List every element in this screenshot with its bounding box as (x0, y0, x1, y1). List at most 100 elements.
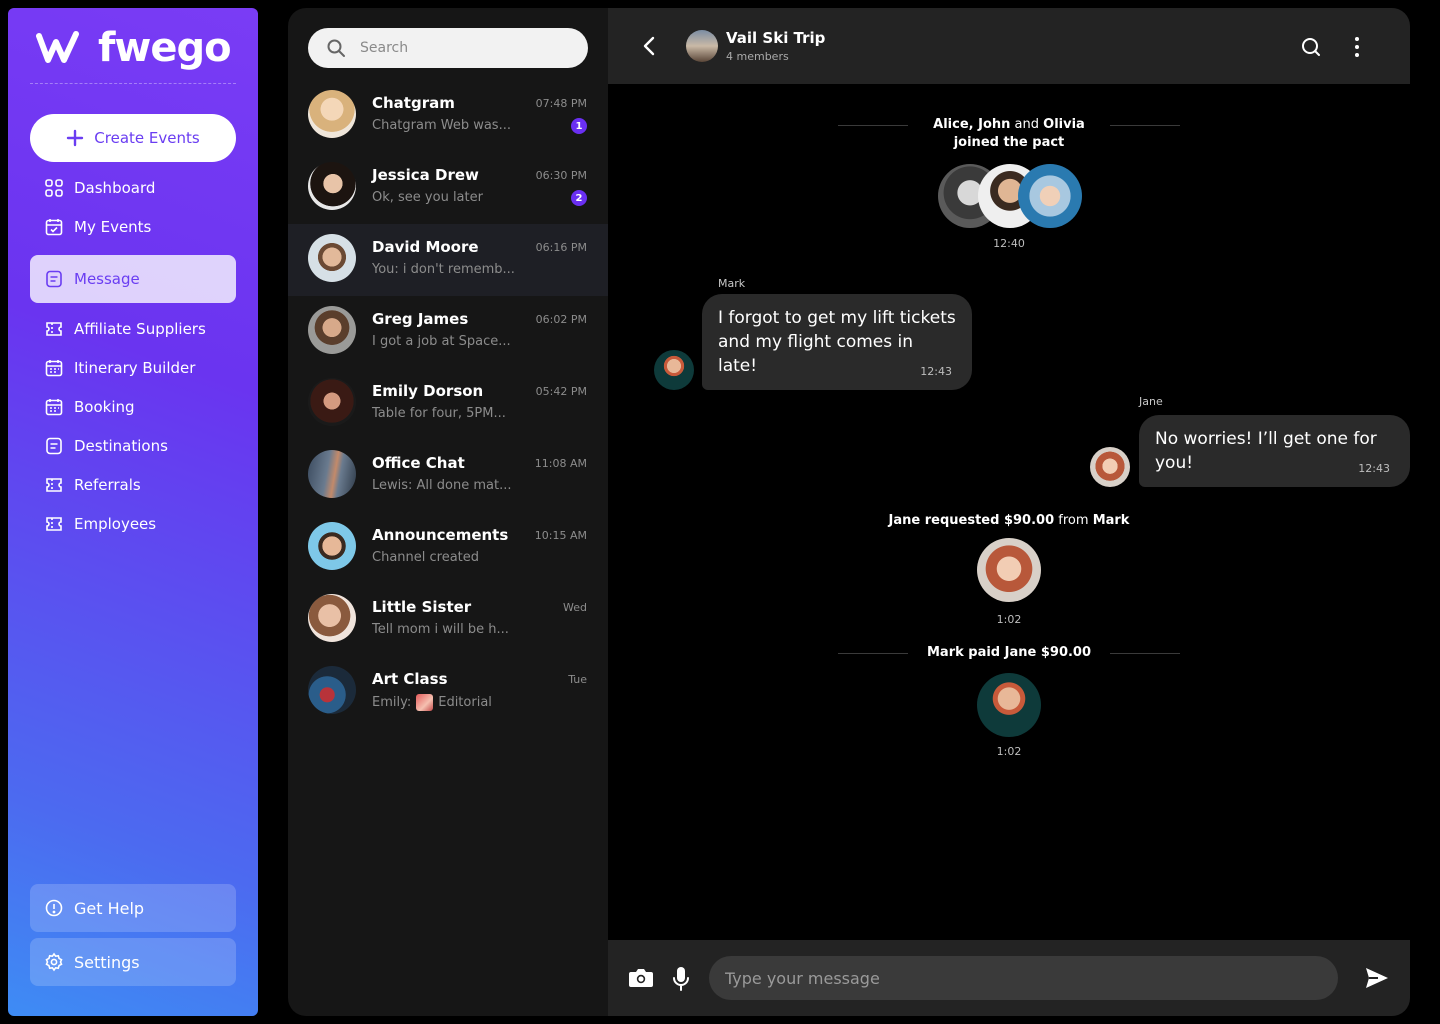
avatar (308, 522, 356, 570)
document-icon (46, 437, 62, 455)
chat-time: 06:16 PM (535, 241, 587, 254)
request-text: Jane requested $90.00 (888, 513, 1055, 528)
info-icon (45, 899, 63, 917)
message-time: 12:43 (1358, 462, 1390, 475)
joined-name-last: Olivia (1043, 117, 1085, 132)
sidebar-item-affiliate-suppliers[interactable]: Affiliate Suppliers (30, 311, 236, 347)
chat-preview: Lewis: All done mat... (372, 478, 512, 493)
sidebar-item-label: Destinations (74, 437, 168, 455)
search-icon (327, 39, 345, 57)
grid-icon (45, 179, 63, 197)
avatar (308, 378, 356, 426)
chat-preview-text: Lewis: All done mat... (372, 478, 512, 493)
create-events-button[interactable]: Create Events (30, 114, 236, 162)
message-time: 12:43 (920, 365, 952, 378)
get-help-button[interactable]: Get Help (30, 884, 236, 932)
sidebar-item-destinations[interactable]: Destinations (30, 428, 236, 464)
sidebar-item-label: Itinerary Builder (74, 359, 196, 377)
chat-item-chatgram[interactable]: Chatgram Chatgram Web was... 07:48 PM 1 (288, 80, 608, 152)
chat-time: Tue (568, 673, 587, 686)
chat-time: Wed (563, 601, 587, 614)
camera-button[interactable] (628, 968, 654, 992)
paid-text: Mark paid Jane $90.00 (926, 645, 1092, 660)
gear-icon (45, 952, 63, 972)
header-search-button[interactable] (1300, 36, 1322, 62)
chat-time: 11:08 AM (534, 457, 587, 470)
more-options-button[interactable] (1353, 36, 1361, 62)
joined-notice: Alice, John and Olivia joined the pact (908, 116, 1110, 152)
chat-preview: Ok, see you later (372, 190, 483, 205)
send-icon (1366, 968, 1388, 988)
chat-preview-sender: Emily: (372, 695, 412, 710)
chat-item-jessica-drew[interactable]: Jessica Drew Ok, see you later 06:30 PM … (288, 152, 608, 224)
chat-item-emily-dorson[interactable]: Emily Dorson Table for four, 5PM... 05:4… (288, 368, 608, 440)
sidebar-item-my-events[interactable]: My Events (30, 209, 236, 245)
sidebar-item-dashboard[interactable]: Dashboard (30, 170, 236, 206)
avatar (308, 666, 356, 714)
settings-button[interactable]: Settings (30, 938, 236, 986)
chat-name: David Moore (372, 238, 479, 256)
app-root: fwego Create Events Dashboard My Events … (0, 0, 1440, 1024)
chat-item-david-moore[interactable]: David Moore You: i don't rememb... 06:16… (288, 224, 608, 296)
search-icon (1302, 38, 1320, 56)
message-input[interactable] (709, 956, 1338, 1000)
joined-names: Alice, John (933, 117, 1011, 132)
logo-wordmark: fwego (98, 25, 232, 71)
ticket-icon (46, 478, 62, 492)
member-count: 4 members (726, 50, 789, 63)
chat-name: Office Chat (372, 454, 465, 472)
chat-name: Emily Dorson (372, 382, 484, 400)
search-bar[interactable]: Search (308, 28, 588, 68)
chat-time: 10:15 AM (534, 529, 587, 542)
avatar (308, 594, 356, 642)
search-placeholder: Search (360, 40, 409, 56)
chat-preview: You: i don't rememb... (372, 262, 515, 277)
chat-preview: Emily: Editorial (372, 694, 492, 711)
message-text: No worries! I’ll get one for you! (1155, 429, 1377, 473)
sidebar-item-itinerary-builder[interactable]: Itinerary Builder (30, 350, 236, 386)
sidebar-item-employees[interactable]: Employees (30, 506, 236, 542)
chat-preview: Tell mom i will be h... (372, 622, 509, 637)
calendar-icon (45, 360, 63, 377)
brand-logo[interactable]: fwego (36, 25, 232, 71)
chat-preview-text: Editorial (438, 695, 492, 710)
sidebar-item-label: Employees (74, 515, 157, 533)
chat-item-art-class[interactable]: Art Class Emily: Editorial Tue (288, 656, 608, 728)
chat-item-announcements[interactable]: Announcements Channel created 10:15 AM (288, 512, 608, 584)
unread-badge: 1 (571, 118, 587, 134)
avatar (308, 234, 356, 282)
message-composer (608, 940, 1410, 1016)
avatar-jane[interactable] (977, 538, 1041, 602)
avatar-mark[interactable] (977, 673, 1041, 737)
microphone-button[interactable] (672, 966, 690, 996)
chat-preview: I got a job at Space... (372, 334, 511, 349)
chat-item-office-chat[interactable]: Office Chat Lewis: All done mat... 11:08… (288, 440, 608, 512)
message-bubble-mark[interactable]: I forgot to get my lift tickets and my f… (702, 294, 972, 390)
avatar-olivia (1018, 164, 1082, 228)
chat-preview: Table for four, 5PM... (372, 406, 506, 421)
payment-request-notice: Jane requested $90.00 from Mark (828, 513, 1190, 528)
back-button[interactable] (640, 34, 660, 62)
chevron-left-icon (643, 36, 655, 56)
avatar-mark (654, 350, 694, 390)
more-vertical-icon (1355, 37, 1359, 57)
group-avatar (686, 30, 718, 62)
sidebar-item-message[interactable]: Message (30, 255, 236, 303)
chat-item-little-sister[interactable]: Little Sister Tell mom i will be h... We… (288, 584, 608, 656)
chat-preview-text: Chatgram Web was... (372, 118, 511, 133)
sidebar-item-referrals[interactable]: Referrals (30, 467, 236, 503)
paid-time: 1:02 (996, 745, 1022, 758)
conversation-panel: Vail Ski Trip 4 members Alice, John and … (608, 8, 1410, 1016)
sidebar-item-label: Referrals (74, 476, 141, 494)
logo-divider (30, 83, 236, 84)
sidebar-item-booking[interactable]: Booking (30, 389, 236, 425)
chat-name: Art Class (372, 670, 448, 688)
chat-name: Chatgram (372, 94, 455, 112)
chat-item-greg-james[interactable]: Greg James I got a job at Space... 06:02… (288, 296, 608, 368)
chat-preview-text: Channel created (372, 550, 480, 565)
avatar (308, 450, 356, 498)
request-target: Mark (1092, 513, 1130, 528)
message-bubble-jane[interactable]: No worries! I’ll get one for you! 12:43 (1139, 415, 1410, 487)
send-button[interactable] (1364, 966, 1390, 994)
chat-preview-text: Ok, see you later (372, 190, 483, 205)
